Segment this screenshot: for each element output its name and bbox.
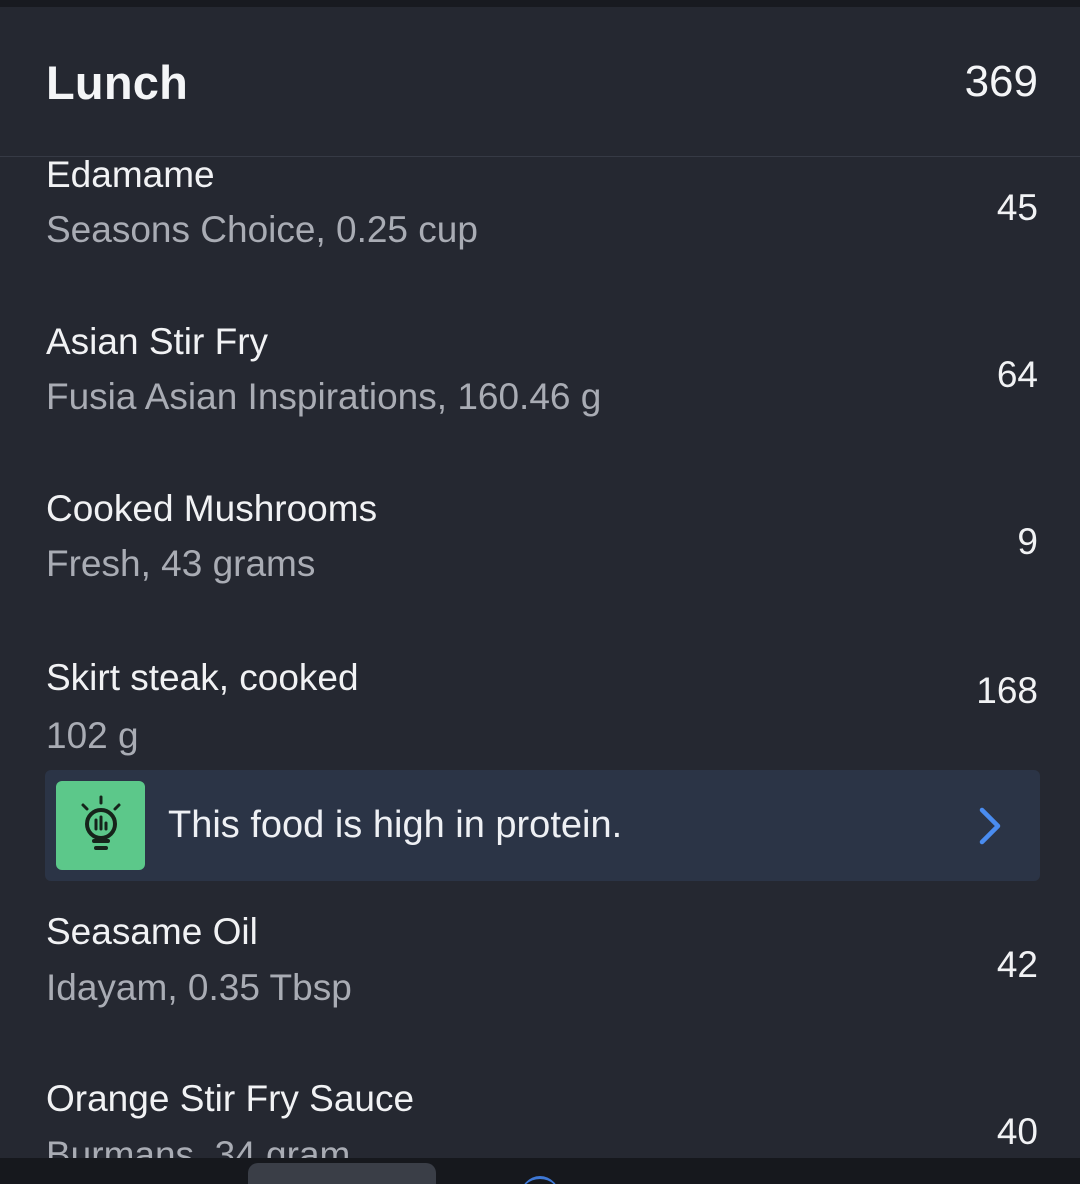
food-calories: 42: [996, 944, 1038, 985]
meal-total-calories: 369: [964, 57, 1038, 106]
food-name: Cooked Mushrooms: [46, 488, 378, 529]
food-name: Asian Stir Fry: [46, 321, 269, 362]
food-calories: 64: [996, 354, 1038, 395]
food-calories: 168: [976, 670, 1038, 711]
food-detail: Idayam, 0.35 Tbsp: [46, 967, 352, 1008]
food-item-cooked-mushrooms[interactable]: Cooked Mushrooms Fresh, 43 grams 9: [0, 484, 1080, 634]
chevron-right-icon[interactable]: [976, 806, 1004, 846]
food-detail: Seasons Choice, 0.25 cup: [46, 209, 478, 250]
food-detail: Fusia Asian Inspirations, 160.46 g: [46, 376, 602, 417]
food-detail: 102 g: [46, 715, 139, 756]
food-calories: 9: [1017, 521, 1038, 562]
bottom-tab-button[interactable]: [248, 1163, 436, 1184]
food-item-skirt-steak[interactable]: Skirt steak, cooked 102 g 168: [0, 653, 1080, 765]
food-item-asian-stir-fry[interactable]: Asian Stir Fry Fusia Asian Inspirations,…: [0, 317, 1080, 467]
protein-insight-banner[interactable]: This food is high in protein.: [45, 770, 1040, 881]
insight-text: This food is high in protein.: [168, 804, 623, 846]
food-diary-screen: Lunch 369 Edamame Seasons Choice, 0.25 c…: [0, 0, 1080, 1184]
food-name: Skirt steak, cooked: [46, 657, 359, 698]
food-name: Seasame Oil: [46, 911, 258, 952]
meal-section-header[interactable]: Lunch 369: [0, 7, 1080, 157]
top-strip: [0, 0, 1080, 7]
food-detail: Fresh, 43 grams: [46, 543, 316, 584]
lightbulb-icon: [56, 781, 145, 870]
food-item-seasame-oil[interactable]: Seasame Oil Idayam, 0.35 Tbsp 42: [0, 911, 1080, 1061]
meal-title: Lunch: [46, 56, 188, 109]
food-name: Edamame: [46, 154, 215, 195]
food-name: Orange Stir Fry Sauce: [46, 1078, 415, 1119]
food-calories: 40: [996, 1111, 1038, 1152]
food-calories: 45: [996, 187, 1038, 228]
food-item-edamame[interactable]: Edamame Seasons Choice, 0.25 cup 45: [0, 150, 1080, 300]
